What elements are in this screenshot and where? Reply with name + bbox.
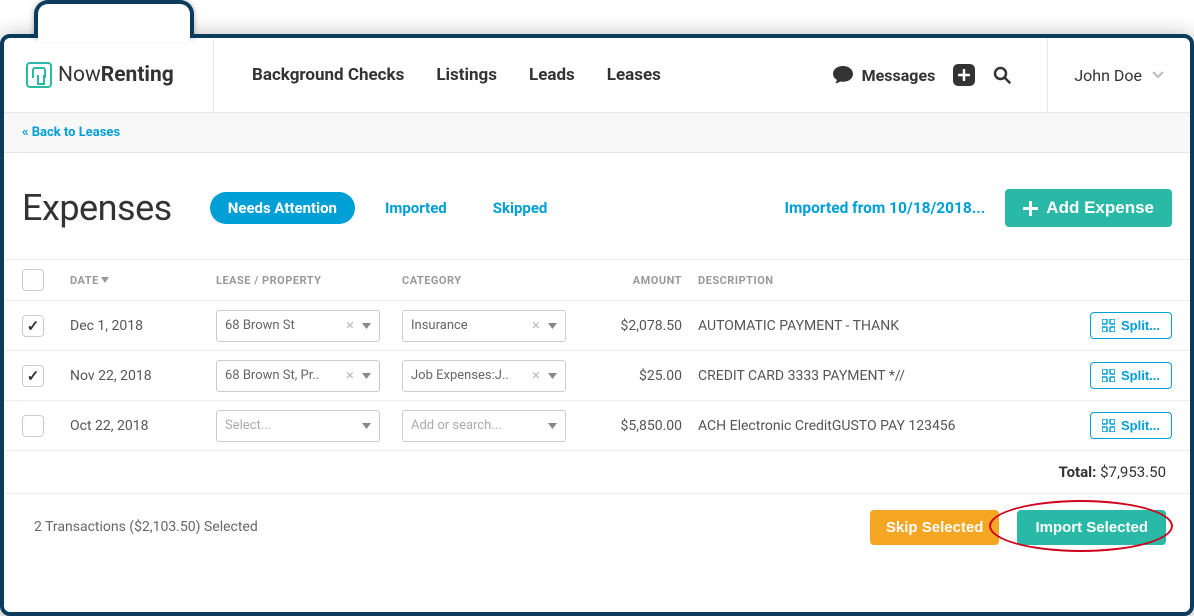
select-all-checkbox[interactable] <box>22 269 44 291</box>
caret-down-icon <box>548 373 557 379</box>
grid-icon <box>1102 319 1115 332</box>
search-icon[interactable] <box>993 66 1011 84</box>
nav-leads[interactable]: Leads <box>529 65 575 85</box>
page-title: Expenses <box>22 187 172 229</box>
row-date: Oct 22, 2018 <box>70 418 216 434</box>
row-description: CREDIT CARD 3333 PAYMENT *// <box>698 368 1064 384</box>
row-description: ACH Electronic CreditGUSTO PAY 123456 <box>698 418 1064 434</box>
caret-down-icon <box>362 423 371 429</box>
add-icon[interactable] <box>953 64 975 86</box>
grid-icon <box>1102 369 1115 382</box>
messages-link[interactable]: Messages <box>832 65 936 85</box>
table-row: Nov 22, 2018 68 Brown St, Pr..× Job Expe… <box>4 351 1190 401</box>
nav-links: Background Checks Listings Leads Leases <box>214 65 832 85</box>
header-description: DESCRIPTION <box>698 274 1064 287</box>
clear-icon[interactable]: × <box>342 368 358 383</box>
logo-icon <box>26 62 52 88</box>
subnav: « Back to Leases <box>4 113 1190 153</box>
row-checkbox[interactable] <box>22 365 44 387</box>
nav-background-checks[interactable]: Background Checks <box>252 65 404 85</box>
table-row: Oct 22, 2018 Select... Add or search... … <box>4 401 1190 451</box>
grid-icon <box>1102 419 1115 432</box>
back-to-leases-link[interactable]: « Back to Leases <box>22 125 120 140</box>
split-button[interactable]: Split... <box>1090 362 1172 389</box>
browser-tab <box>34 0 194 38</box>
row-amount: $5,850.00 <box>588 418 698 434</box>
row-date: Nov 22, 2018 <box>70 368 216 384</box>
chevron-down-icon <box>1152 71 1164 79</box>
caret-down-icon <box>362 323 371 329</box>
footer-row: 2 Transactions ($2,103.50) Selected Skip… <box>4 494 1190 560</box>
expenses-table: DATE LEASE / PROPERTY CATEGORY AMOUNT DE… <box>4 259 1190 560</box>
caret-down-icon <box>548 323 557 329</box>
split-button[interactable]: Split... <box>1090 312 1172 339</box>
messages-label: Messages <box>862 66 936 85</box>
clear-icon[interactable]: × <box>528 368 544 383</box>
row-amount: $25.00 <box>588 368 698 384</box>
caret-down-icon <box>548 423 557 429</box>
row-checkbox[interactable] <box>22 415 44 437</box>
split-button[interactable]: Split... <box>1090 412 1172 439</box>
row-checkbox[interactable] <box>22 315 44 337</box>
table-row: Dec 1, 2018 68 Brown St× Insurance× $2,0… <box>4 301 1190 351</box>
import-selected-button[interactable]: Import Selected <box>1017 510 1166 545</box>
plus-icon <box>1023 201 1038 216</box>
nav-leases[interactable]: Leases <box>607 65 661 85</box>
chat-icon <box>832 65 854 85</box>
category-select[interactable]: Insurance× <box>402 310 566 342</box>
clear-icon[interactable]: × <box>342 318 358 333</box>
selection-summary: 2 Transactions ($2,103.50) Selected <box>28 519 870 535</box>
caret-down-icon <box>362 373 371 379</box>
tab-skipped[interactable]: Skipped <box>477 192 564 224</box>
tab-needs-attention[interactable]: Needs Attention <box>210 192 355 224</box>
total-row: Total: $7,953.50 <box>4 451 1190 494</box>
sort-desc-icon <box>101 277 109 283</box>
clear-icon[interactable]: × <box>528 318 544 333</box>
table-header: DATE LEASE / PROPERTY CATEGORY AMOUNT DE… <box>4 259 1190 301</box>
nav-listings[interactable]: Listings <box>436 65 497 85</box>
row-description: AUTOMATIC PAYMENT - THANK <box>698 318 1064 334</box>
user-name: John Doe <box>1074 66 1142 85</box>
row-amount: $2,078.50 <box>588 318 698 334</box>
lease-select[interactable]: Select... <box>216 410 380 442</box>
imported-from-link[interactable]: Imported from 10/18/2018... <box>784 199 985 217</box>
lease-select[interactable]: 68 Brown St, Pr..× <box>216 360 380 392</box>
row-date: Dec 1, 2018 <box>70 318 216 334</box>
skip-selected-button[interactable]: Skip Selected <box>870 510 1000 545</box>
category-select[interactable]: Add or search... <box>402 410 566 442</box>
user-menu[interactable]: John Doe <box>1047 38 1190 113</box>
tab-imported[interactable]: Imported <box>369 192 463 224</box>
lease-select[interactable]: 68 Brown St× <box>216 310 380 342</box>
header-date[interactable]: DATE <box>70 274 216 287</box>
logo[interactable]: NowRenting <box>4 38 214 113</box>
top-nav: NowRenting Background Checks Listings Le… <box>4 38 1190 113</box>
page-header: Expenses Needs Attention Imported Skippe… <box>4 187 1190 229</box>
category-select[interactable]: Job Expenses:J..× <box>402 360 566 392</box>
header-amount: AMOUNT <box>588 274 698 287</box>
header-lease: LEASE / PROPERTY <box>216 274 402 287</box>
header-category: CATEGORY <box>402 274 588 287</box>
add-expense-button[interactable]: Add Expense <box>1005 189 1172 227</box>
